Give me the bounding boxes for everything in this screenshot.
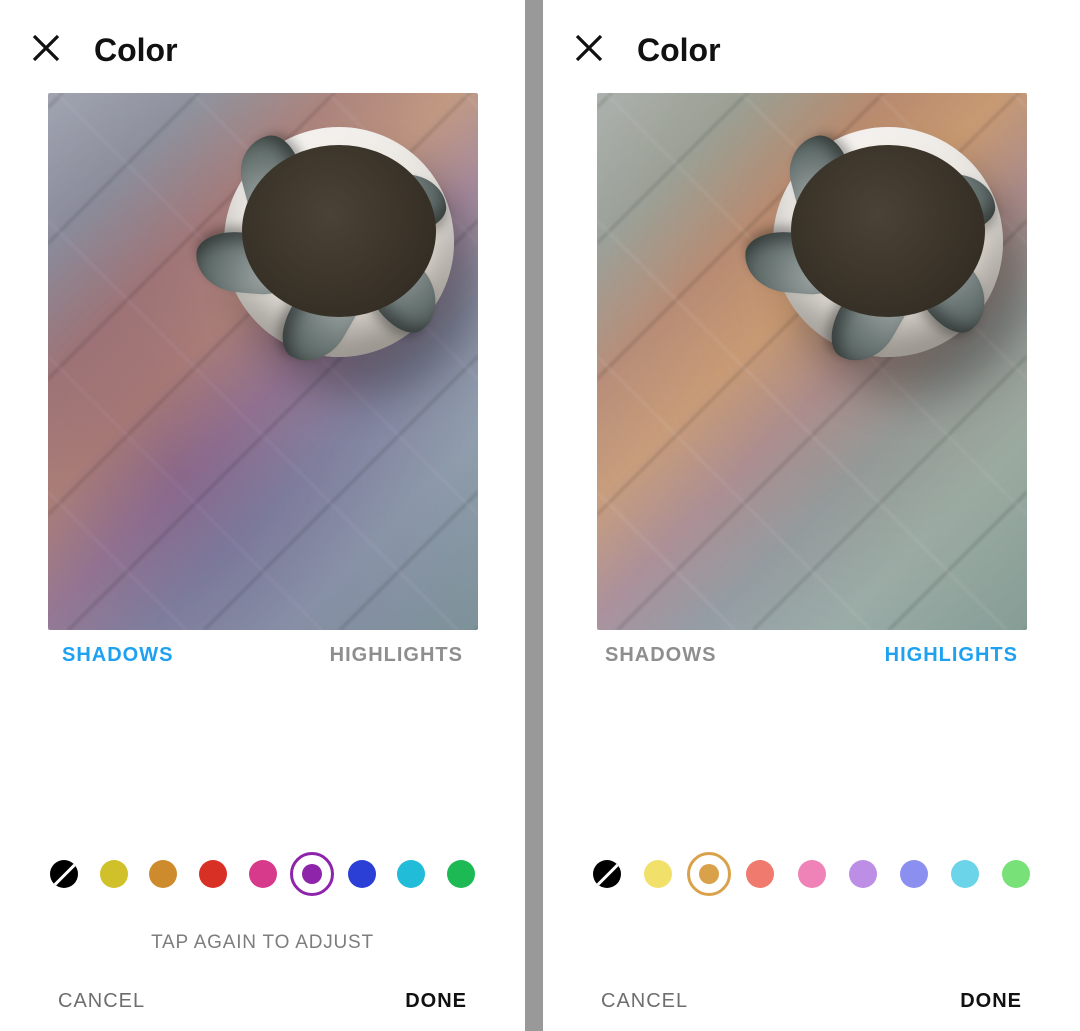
preview-image[interactable] bbox=[48, 93, 478, 630]
purple-swatch[interactable] bbox=[841, 852, 885, 896]
page-title: Color bbox=[94, 32, 178, 69]
blue-swatch[interactable] bbox=[892, 852, 936, 896]
pink-swatch[interactable] bbox=[790, 852, 834, 896]
color-editor-shadows-pane: Color SHADOWS HIGHLIGHTS TAP AGAIN TO AD… bbox=[0, 0, 525, 1031]
green-swatch[interactable] bbox=[994, 852, 1038, 896]
purple-swatch[interactable] bbox=[290, 852, 334, 896]
adjust-hint bbox=[543, 904, 1080, 964]
plant-pot bbox=[773, 127, 1003, 357]
color-editor-highlights-pane: Color SHADOWS HIGHLIGHTS CANCEL DONE bbox=[543, 0, 1080, 1031]
cyan-swatch[interactable] bbox=[389, 852, 433, 896]
pink-swatch[interactable] bbox=[241, 852, 285, 896]
tab-shadows[interactable]: SHADOWS bbox=[605, 644, 716, 667]
footer: CANCEL DONE bbox=[543, 964, 1080, 1031]
tone-tabs: SHADOWS HIGHLIGHTS bbox=[543, 630, 1080, 667]
green-swatch[interactable] bbox=[439, 852, 483, 896]
header: Color bbox=[543, 0, 1080, 93]
preview-area bbox=[543, 93, 1080, 630]
color-swatches bbox=[543, 852, 1080, 896]
cyan-swatch[interactable] bbox=[943, 852, 987, 896]
plant-pot bbox=[224, 127, 454, 357]
none-swatch[interactable] bbox=[585, 852, 629, 896]
cancel-button[interactable]: CANCEL bbox=[58, 990, 145, 1013]
adjust-hint: TAP AGAIN TO ADJUST bbox=[0, 904, 525, 964]
orange-swatch[interactable] bbox=[141, 852, 185, 896]
preview-area bbox=[0, 93, 525, 630]
yellow-swatch[interactable] bbox=[636, 852, 680, 896]
orange-swatch[interactable] bbox=[687, 852, 731, 896]
yellow-swatch[interactable] bbox=[92, 852, 136, 896]
none-swatch[interactable] bbox=[42, 852, 86, 896]
red-swatch[interactable] bbox=[738, 852, 782, 896]
blue-swatch[interactable] bbox=[340, 852, 384, 896]
tab-highlights[interactable]: HIGHLIGHTS bbox=[885, 644, 1018, 667]
close-icon[interactable] bbox=[28, 30, 64, 71]
header: Color bbox=[0, 0, 525, 93]
tab-shadows[interactable]: SHADOWS bbox=[62, 644, 173, 667]
page-title: Color bbox=[637, 32, 721, 69]
tab-highlights[interactable]: HIGHLIGHTS bbox=[330, 644, 463, 667]
footer: CANCEL DONE bbox=[0, 964, 525, 1031]
close-icon[interactable] bbox=[571, 30, 607, 71]
preview-image[interactable] bbox=[597, 93, 1027, 630]
tone-tabs: SHADOWS HIGHLIGHTS bbox=[0, 630, 525, 667]
color-swatches bbox=[0, 852, 525, 896]
done-button[interactable]: DONE bbox=[405, 990, 467, 1013]
cancel-button[interactable]: CANCEL bbox=[601, 990, 688, 1013]
done-button[interactable]: DONE bbox=[960, 990, 1022, 1013]
red-swatch[interactable] bbox=[191, 852, 235, 896]
